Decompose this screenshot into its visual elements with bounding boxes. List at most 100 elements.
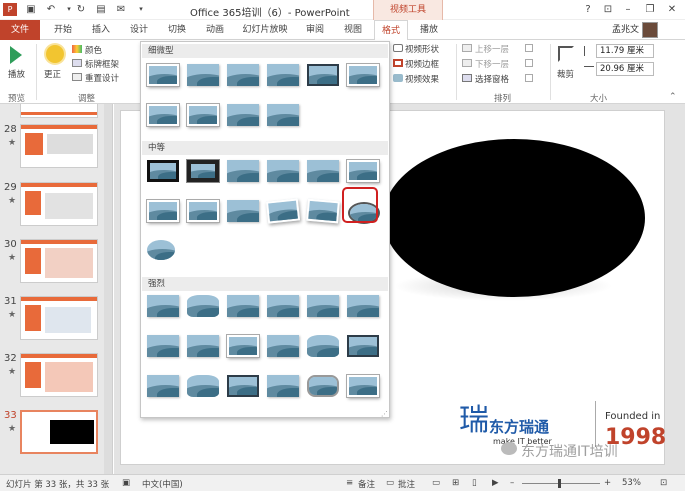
video-style-option[interactable] — [227, 335, 259, 357]
align-icon[interactable] — [525, 44, 533, 52]
customize-qat-icon[interactable]: ▾ — [134, 3, 148, 16]
video-border-button[interactable]: 视频边框 — [405, 58, 439, 70]
video-style-option[interactable] — [306, 198, 340, 224]
video-style-option[interactable] — [187, 64, 219, 86]
video-style-option[interactable] — [227, 64, 259, 86]
video-style-option[interactable] — [267, 104, 299, 126]
video-style-option[interactable] — [147, 200, 179, 222]
reading-view-icon[interactable]: ▯ — [472, 478, 477, 488]
slide-thumbnail-partial[interactable] — [20, 104, 98, 118]
minimize-icon[interactable]: – — [620, 2, 636, 17]
video-style-option[interactable] — [347, 160, 379, 182]
poster-frame-icon[interactable] — [72, 59, 82, 67]
ribbon-display-icon[interactable]: ⊡ — [600, 2, 616, 17]
video-effects-button[interactable]: 视频效果 — [405, 73, 439, 85]
bring-forward-icon[interactable] — [462, 44, 472, 52]
tab-review[interactable]: 审阅 — [298, 20, 332, 40]
notes-icon[interactable]: ≡ — [346, 478, 353, 488]
color-icon[interactable] — [72, 45, 82, 53]
tab-design[interactable]: 设计 — [122, 20, 156, 40]
presentation-icon[interactable]: ▤ — [94, 3, 108, 16]
video-style-option[interactable] — [187, 375, 219, 397]
zoom-in-icon[interactable]: + — [604, 478, 611, 488]
video-style-option[interactable] — [227, 375, 259, 397]
video-style-option[interactable] — [267, 295, 299, 317]
thumbnail-scrollbar[interactable] — [104, 104, 112, 474]
slide-thumbnail[interactable] — [20, 296, 98, 340]
slideshow-icon[interactable]: ▶ — [492, 478, 499, 488]
video-style-option[interactable] — [147, 160, 179, 182]
video-style-option[interactable] — [187, 335, 219, 357]
close-icon[interactable]: ✕ — [664, 2, 680, 17]
height-input[interactable]: 11.79 厘米 — [596, 44, 654, 58]
video-style-option[interactable] — [227, 160, 259, 182]
video-style-option[interactable] — [187, 295, 219, 317]
reset-design-button[interactable]: 重置设计 — [85, 72, 119, 84]
video-border-icon[interactable] — [393, 59, 403, 67]
send-backward-button[interactable]: 下移一层 — [475, 58, 509, 70]
crop-button[interactable]: 裁剪 — [557, 68, 574, 80]
rotate-icon[interactable] — [525, 74, 533, 82]
video-style-option[interactable] — [187, 200, 219, 222]
selection-pane-button[interactable]: 选择窗格 — [475, 73, 509, 85]
tab-insert[interactable]: 插入 — [84, 20, 118, 40]
tab-playback[interactable]: 播放 — [412, 20, 446, 40]
tab-transitions[interactable]: 切换 — [160, 20, 194, 40]
tab-file[interactable]: 文件 — [0, 20, 40, 40]
user-name[interactable]: 孟兆文 — [612, 20, 639, 40]
slide-thumbnail[interactable] — [20, 124, 98, 168]
video-style-option[interactable] — [307, 160, 339, 182]
video-style-option[interactable] — [147, 104, 179, 126]
play-button[interactable]: 播放 — [8, 68, 25, 80]
tab-view[interactable]: 视图 — [336, 20, 370, 40]
video-style-option[interactable] — [307, 335, 339, 357]
video-style-option[interactable] — [227, 104, 259, 126]
tab-home[interactable]: 开始 — [46, 20, 80, 40]
slide-thumbnail[interactable] — [20, 353, 98, 397]
video-style-option[interactable] — [186, 159, 220, 183]
zoom-slider-thumb[interactable] — [558, 479, 561, 488]
zoom-slider[interactable] — [522, 483, 600, 484]
restore-icon[interactable]: ❐ — [642, 2, 658, 17]
slide-thumbnail[interactable] — [20, 239, 98, 283]
crop-icon[interactable] — [558, 46, 574, 62]
correct-button[interactable]: 更正 — [44, 68, 61, 80]
language-indicator[interactable]: 中文(中国) — [142, 478, 183, 490]
comments-icon[interactable]: ▭ — [386, 478, 394, 488]
video-shape-button[interactable]: 视频形状 — [405, 43, 439, 55]
slide-thumbnail-selected[interactable] — [20, 410, 98, 454]
video-style-option[interactable] — [267, 160, 299, 182]
width-input[interactable]: 20.96 厘米 — [596, 62, 654, 76]
sun-icon[interactable] — [46, 45, 64, 63]
video-style-option[interactable] — [307, 64, 339, 86]
slide-sorter-icon[interactable]: ⊞ — [452, 478, 459, 488]
selection-pane-icon[interactable] — [462, 74, 472, 82]
video-style-option[interactable] — [187, 104, 219, 126]
video-style-option[interactable] — [347, 64, 379, 86]
comments-button[interactable]: 批注 — [398, 478, 415, 490]
zoom-level[interactable]: 53% — [622, 478, 641, 488]
video-style-option[interactable] — [265, 198, 301, 224]
normal-view-icon[interactable]: ▭ — [432, 478, 440, 488]
video-style-option[interactable] — [267, 375, 299, 397]
video-style-option[interactable] — [347, 375, 379, 397]
video-style-option[interactable] — [147, 240, 175, 260]
resize-grip-icon[interactable]: ⋰ — [381, 410, 388, 418]
tab-animations[interactable]: 动画 — [198, 20, 232, 40]
slide-thumbnail[interactable] — [20, 182, 98, 226]
help-icon[interactable]: ? — [580, 2, 596, 17]
video-style-option[interactable] — [147, 335, 179, 357]
video-style-option[interactable] — [307, 295, 339, 317]
fit-to-window-icon[interactable]: ⊡ — [660, 478, 667, 488]
video-style-option[interactable] — [227, 200, 259, 222]
save-icon[interactable]: ▣ — [24, 3, 38, 16]
group-icon[interactable] — [525, 59, 533, 67]
tab-format[interactable]: 格式 — [374, 20, 408, 41]
reset-design-icon[interactable] — [72, 73, 82, 81]
video-effects-icon[interactable] — [393, 74, 403, 82]
notes-button[interactable]: 备注 — [358, 478, 375, 490]
send-backward-icon[interactable] — [462, 59, 472, 67]
video-style-option[interactable] — [267, 64, 299, 86]
video-object[interactable] — [383, 139, 645, 297]
wechat-icon[interactable]: ✉ — [114, 3, 128, 16]
